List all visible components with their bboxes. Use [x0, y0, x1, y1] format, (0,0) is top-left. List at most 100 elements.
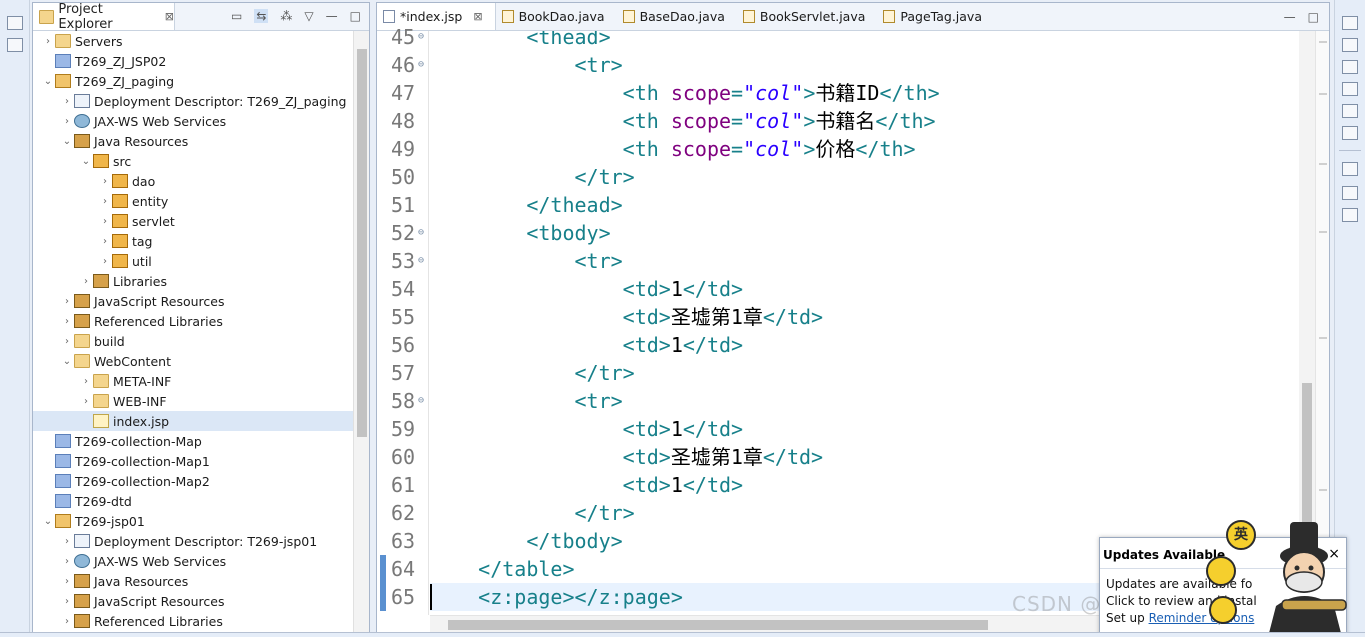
- chevron-right-icon[interactable]: ›: [98, 236, 112, 247]
- chevron-down-icon[interactable]: ⌄: [79, 156, 93, 167]
- chevron-right-icon[interactable]: ›: [41, 36, 55, 47]
- chevron-right-icon[interactable]: ›: [79, 376, 93, 387]
- tree-item[interactable]: › entity: [33, 191, 353, 211]
- editor-hscroll-thumb[interactable]: [448, 620, 988, 630]
- chevron-right-icon[interactable]: ›: [60, 96, 74, 107]
- chevron-right-icon[interactable]: ›: [60, 576, 74, 587]
- tree-item[interactable]: T269_ZJ_JSP02: [33, 51, 353, 71]
- servers-icon[interactable]: [1342, 208, 1358, 222]
- chevron-right-icon[interactable]: ›: [60, 316, 74, 327]
- tree-item[interactable]: › Libraries: [33, 271, 353, 291]
- editor-tab[interactable]: PageTag.java: [877, 3, 994, 30]
- tree-item[interactable]: ⌄ src: [33, 151, 353, 171]
- chevron-down-icon[interactable]: ⌄: [60, 356, 74, 367]
- code-line[interactable]: <td>1</td>: [430, 415, 743, 443]
- maximize-icon[interactable]: [7, 38, 23, 52]
- properties-icon[interactable]: [1342, 186, 1358, 200]
- chevron-right-icon[interactable]: ›: [98, 216, 112, 227]
- tree-item[interactable]: T269-dtd: [33, 491, 353, 511]
- maximize-icon[interactable]: □: [1308, 10, 1319, 24]
- fold-toggle-icon[interactable]: ⊖: [418, 387, 424, 415]
- tree-item[interactable]: T269-collection-Map2: [33, 471, 353, 491]
- restore-icon[interactable]: [1342, 16, 1358, 30]
- chevron-right-icon[interactable]: ›: [98, 256, 112, 267]
- tree-item[interactable]: › JAX-WS Web Services: [33, 551, 353, 571]
- tree-item[interactable]: › Java Resources: [33, 571, 353, 591]
- code-line[interactable]: <th scope="col">价格</th>: [430, 135, 916, 163]
- restore-icon[interactable]: [7, 16, 23, 30]
- chevron-right-icon[interactable]: ›: [60, 116, 74, 127]
- outline-icon[interactable]: [1342, 38, 1358, 52]
- code-line[interactable]: <td>圣墟第1章</td>: [430, 443, 823, 471]
- fold-toggle-icon[interactable]: ⊖: [418, 51, 424, 79]
- tree-item[interactable]: › WEB-INF: [33, 391, 353, 411]
- code-line[interactable]: <th scope="col">书籍名</th>: [430, 107, 936, 135]
- chevron-right-icon[interactable]: ›: [79, 396, 93, 407]
- code-line[interactable]: <th scope="col">书籍ID</th>: [430, 79, 940, 107]
- code-line[interactable]: <thead>: [430, 31, 610, 51]
- filter-icon[interactable]: ⁂: [280, 9, 292, 23]
- code-line[interactable]: </thead>: [430, 191, 622, 219]
- tree-item[interactable]: ⌄ T269-jsp01: [33, 511, 353, 531]
- chevron-right-icon[interactable]: ›: [60, 616, 74, 627]
- chevron-down-icon[interactable]: ⌄: [60, 136, 74, 147]
- tree-item[interactable]: › JavaScript Resources: [33, 591, 353, 611]
- chevron-down-icon[interactable]: ⌄: [41, 516, 55, 527]
- editor-tab[interactable]: BookServlet.java: [737, 3, 878, 30]
- minimize-icon[interactable]: —: [1284, 10, 1296, 24]
- code-line[interactable]: </tbody>: [430, 527, 622, 555]
- tree-item[interactable]: › Servers: [33, 31, 353, 51]
- close-icon[interactable]: ⊠: [165, 10, 174, 23]
- task-list-icon[interactable]: [1342, 60, 1358, 74]
- palette-icon[interactable]: [1342, 104, 1358, 118]
- tree-item[interactable]: › Deployment Descriptor: T269-jsp01: [33, 531, 353, 551]
- close-icon[interactable]: ⊠: [473, 10, 482, 23]
- chevron-right-icon[interactable]: ›: [60, 556, 74, 567]
- code-line[interactable]: <tbody>: [430, 219, 610, 247]
- tree-item[interactable]: › Referenced Libraries: [33, 311, 353, 331]
- chevron-right-icon[interactable]: ›: [60, 596, 74, 607]
- code-line[interactable]: </tr>: [430, 499, 635, 527]
- code-line[interactable]: <td>1</td>: [430, 331, 743, 359]
- editor-tab[interactable]: BookDao.java: [496, 3, 617, 30]
- chevron-right-icon[interactable]: ›: [60, 296, 74, 307]
- explorer-scroll-thumb[interactable]: [357, 49, 367, 437]
- tab-project-explorer[interactable]: Project Explorer ⊠: [33, 2, 175, 32]
- java-icon[interactable]: [1342, 82, 1358, 96]
- collapse-all-icon[interactable]: ▭: [231, 9, 242, 23]
- code-line[interactable]: <tr>: [430, 247, 623, 275]
- tree-item[interactable]: › tag: [33, 231, 353, 251]
- tree-item[interactable]: › META-INF: [33, 371, 353, 391]
- tree-item[interactable]: › Deployment Descriptor: T269_ZJ_paging: [33, 91, 353, 111]
- tree-item[interactable]: index.jsp: [33, 411, 353, 431]
- tree-item[interactable]: › dao: [33, 171, 353, 191]
- tree-item[interactable]: › JavaScript Resources: [33, 291, 353, 311]
- code-line[interactable]: <tr>: [430, 51, 623, 79]
- code-line[interactable]: <td>1</td>: [430, 275, 743, 303]
- tree-item[interactable]: T269-collection-Map: [33, 431, 353, 451]
- tree-item[interactable]: › build: [33, 331, 353, 351]
- mascot-overlay[interactable]: 英: [1206, 516, 1364, 637]
- view-menu-icon[interactable]: ▽: [304, 9, 313, 23]
- code-line[interactable]: <td>圣墟第1章</td>: [430, 303, 823, 331]
- chevron-right-icon[interactable]: ›: [98, 196, 112, 207]
- chevron-right-icon[interactable]: ›: [60, 536, 74, 547]
- code-line[interactable]: </tr>: [430, 163, 635, 191]
- code-area[interactable]: <thead> <tr> <th scope="col">书籍ID</th> <…: [430, 31, 1299, 615]
- explorer-scrollbar[interactable]: [353, 31, 369, 633]
- tree-item[interactable]: › util: [33, 251, 353, 271]
- tree-item[interactable]: ⌄ WebContent: [33, 351, 353, 371]
- code-line[interactable]: <tr>: [430, 387, 623, 415]
- chevron-down-icon[interactable]: ⌄: [41, 76, 55, 87]
- tree-item[interactable]: › servlet: [33, 211, 353, 231]
- minimize-icon[interactable]: —: [326, 9, 338, 23]
- restore-icon[interactable]: [1342, 162, 1358, 176]
- tree-item[interactable]: › JAX-WS Web Services: [33, 111, 353, 131]
- chevron-right-icon[interactable]: ›: [60, 336, 74, 347]
- console-icon[interactable]: [1342, 126, 1358, 140]
- fold-toggle-icon[interactable]: ⊖: [418, 23, 424, 51]
- tree-item[interactable]: T269-collection-Map1: [33, 451, 353, 471]
- code-line[interactable]: <td>1</td>: [430, 471, 743, 499]
- chevron-right-icon[interactable]: ›: [98, 176, 112, 187]
- editor-scroll-thumb[interactable]: [1302, 383, 1312, 523]
